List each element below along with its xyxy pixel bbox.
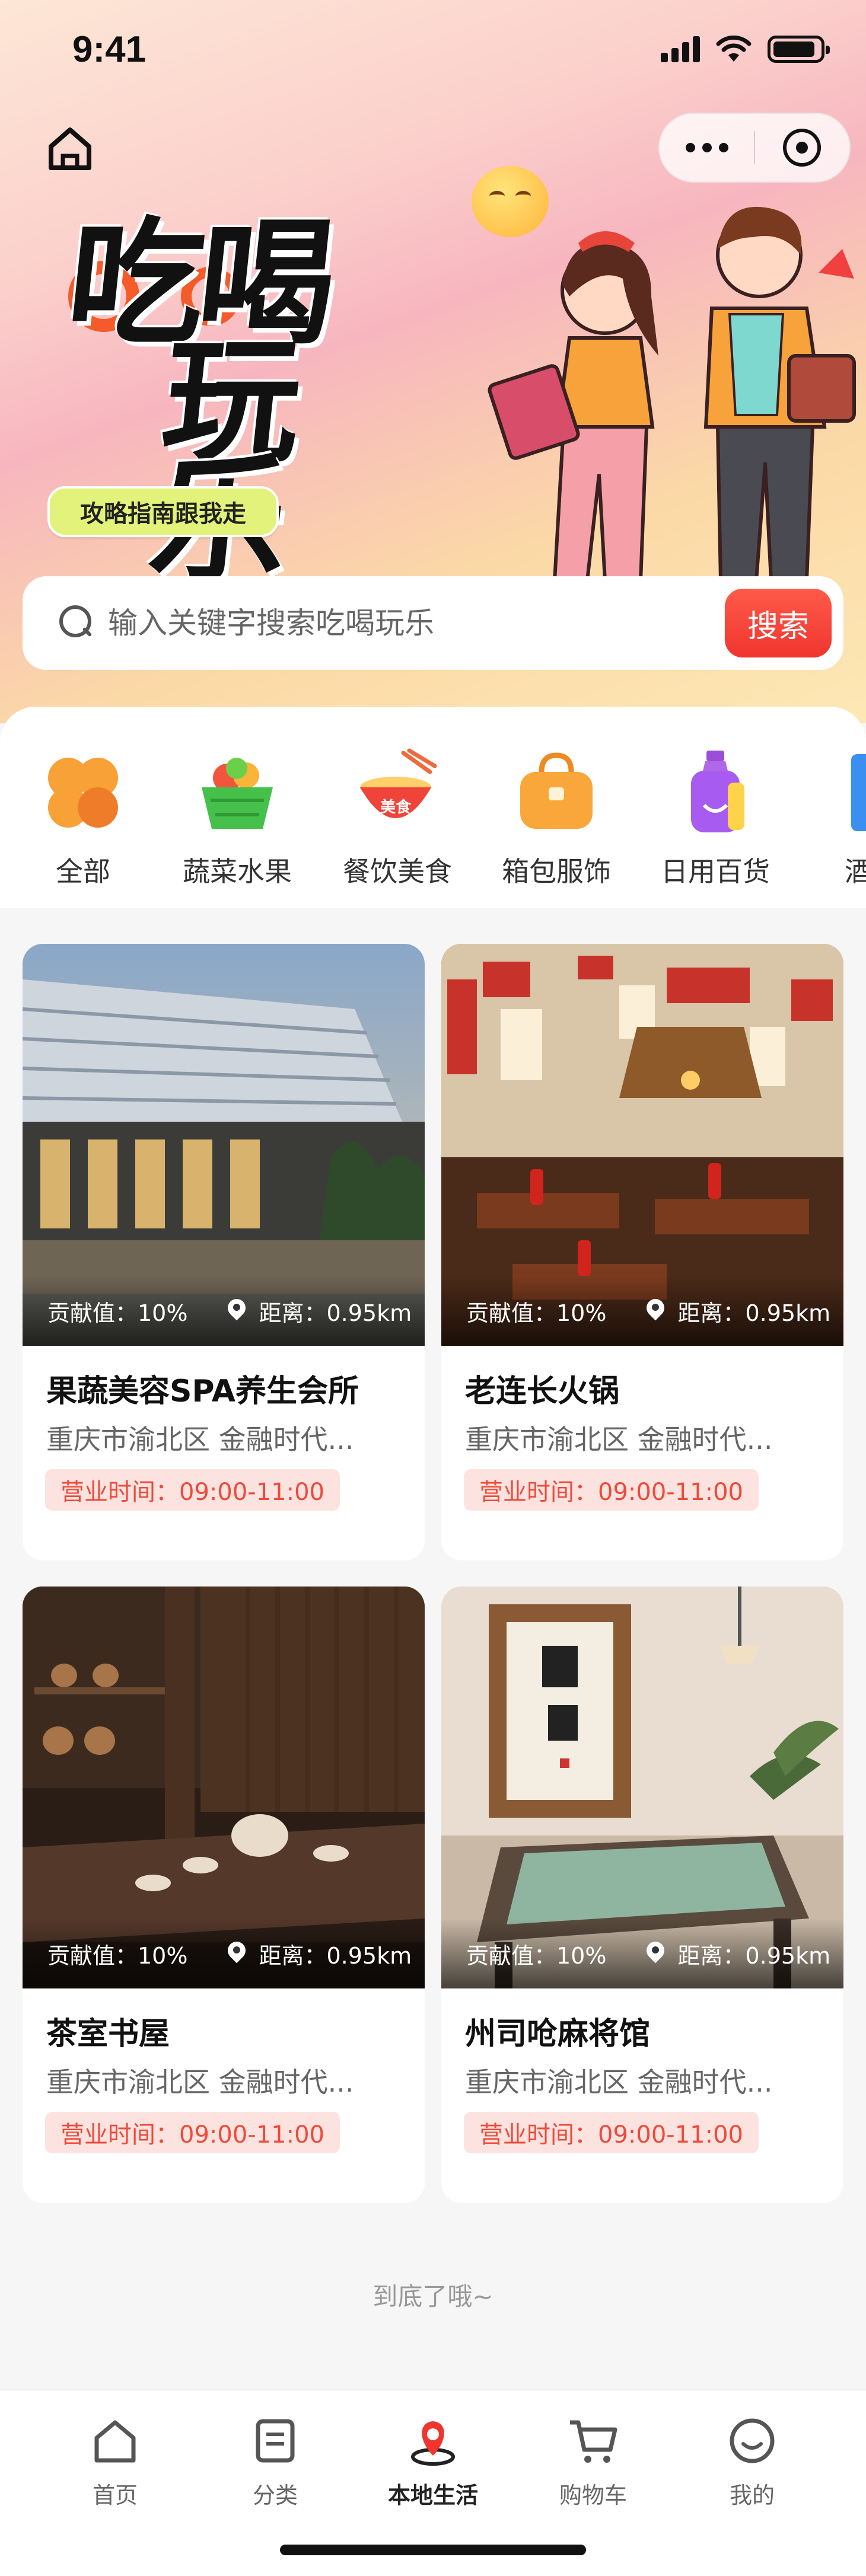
wifi-icon [716,36,752,62]
end-of-list-note: 到底了哦~ [372,2282,494,2311]
status-time: 9:41 [72,29,147,70]
store-name: 老连长火锅 [465,1374,620,1409]
tab-label: 购物车 [559,2482,627,2508]
search-button[interactable]: 搜索 [725,589,832,657]
category-item[interactable]: 箱包服饰 [485,748,628,889]
hero-title: 吃喝 玩乐 [60,205,400,601]
store-address: 重庆市渝北区 金融时代... [465,1423,773,1455]
category-item[interactable]: 全部 [12,748,154,889]
business-hours-badge: 营业时间：09:00-11:00 [464,2112,759,2153]
tab-profile[interactable]: 我的 [693,2414,811,2510]
store-meta-overlay: 贡献值：10% 距离：0.95km [441,1276,843,1346]
store-address: 重庆市渝北区 金融时代... [465,2066,773,2098]
store-name: 果蔬美容SPA养生会所 [46,1374,359,1409]
tab-home[interactable]: 首页 [56,2414,174,2510]
hero-title-line2: 玩乐 [143,324,303,601]
contribution-value: 贡献值：10% [47,1942,188,1969]
distance-value: 距离：0.95km [677,1300,831,1326]
hotel-icon [827,748,866,837]
status-bar: 9:41 [0,0,866,101]
location-pin-icon [645,1299,666,1323]
store-meta-overlay: 贡献值：10% 距离：0.95km [23,1919,425,1988]
cart-icon [570,2420,617,2463]
category-item[interactable]: 蔬菜水果 [166,748,308,889]
category-label: 箱包服饰 [502,856,611,888]
battery-icon [768,36,830,63]
search-icon [59,605,95,641]
category-label: 餐饮美食 [343,856,452,888]
home-indicator [280,2545,586,2555]
store-card[interactable]: 贡献值：10% 距离：0.95km 茶室书屋 重庆市渝北区 金融时代... 营业… [23,1587,425,2203]
clover-icon [39,748,128,837]
category-label: 酒店 [845,856,866,888]
store-card[interactable]: 贡献值：10% 距离：0.95km 老连长火锅 重庆市渝北区 金融时代... 营… [441,944,843,1560]
home-icon [94,2420,136,2463]
hero-tagline: 攻略指南跟我走 [47,486,279,537]
business-hours-badge: 营业时间：09:00-11:00 [45,2112,340,2153]
category-strip[interactable]: 全部 蔬菜水果 美食 餐饮美食 箱包服饰 日用百货 酒 [0,748,866,902]
store-name: 州司呛麻将馆 [465,2016,651,2052]
search-input[interactable] [108,606,725,640]
category-label: 日用百货 [661,856,770,888]
distance-value: 距离：0.95km [677,1942,831,1969]
category-label: 全部 [56,856,110,888]
close-target-icon[interactable] [755,129,849,167]
category-item[interactable]: 美食 餐饮美食 [326,748,469,889]
category-badge: 美食 [380,798,412,816]
category-item[interactable]: 日用百货 [644,748,787,889]
shopping-couple-illustration [488,206,856,581]
distance-value: 距离：0.95km [259,1300,412,1326]
tab-cart[interactable]: 购物车 [534,2414,652,2510]
store-address: 重庆市渝北区 金融时代... [46,1423,354,1455]
home-icon[interactable] [44,122,96,174]
store-address: 重庆市渝北区 金融时代... [46,2066,354,2098]
tab-label: 我的 [729,2482,775,2508]
category-icon [256,2419,295,2463]
search-bar: 搜索 [23,576,843,670]
status-icons [661,36,830,63]
distance-value: 距离：0.95km [259,1942,412,1969]
more-icon[interactable] [660,143,754,152]
location-pin-icon [227,1299,247,1323]
store-card[interactable]: 贡献值：10% 距离：0.95km 州司呛麻将馆 重庆市渝北区 金融时代... … [441,1587,843,2203]
contribution-value: 贡献值：10% [466,1942,607,1969]
fruit-basket-icon [193,748,282,837]
business-hours-badge: 营业时间：09:00-11:00 [464,1469,759,1511]
bottle-icon [671,748,760,837]
location-pin-icon [645,1942,666,1965]
store-name: 茶室书屋 [46,2016,170,2052]
tab-label: 首页 [92,2482,138,2508]
tab-label: 分类 [252,2482,298,2508]
store-meta-overlay: 贡献值：10% 距离：0.95km [441,1919,843,1988]
contribution-value: 贡献值：10% [47,1300,188,1326]
tab-label: 本地生活 [387,2482,478,2508]
category-label: 蔬菜水果 [183,856,292,888]
contribution-value: 贡献值：10% [466,1300,607,1326]
signal-icon [661,36,700,62]
location-pin-icon [227,1942,247,1965]
mini-program-capsule [658,113,851,183]
food-bowl-icon: 美食 [353,748,442,837]
tab-category[interactable]: 分类 [216,2414,335,2510]
business-hours-badge: 营业时间：09:00-11:00 [45,1469,340,1511]
store-card[interactable]: 贡献值：10% 距离：0.95km 果蔬美容SPA养生会所 重庆市渝北区 金融时… [23,944,425,1560]
tab-local-life[interactable]: 本地生活 [374,2414,492,2510]
location-icon [411,2421,455,2466]
smile-icon [730,2418,775,2463]
store-meta-overlay: 贡献值：10% 距离：0.95km [23,1276,425,1346]
category-item[interactable]: 酒店 [801,748,866,889]
bag-icon [512,748,601,837]
